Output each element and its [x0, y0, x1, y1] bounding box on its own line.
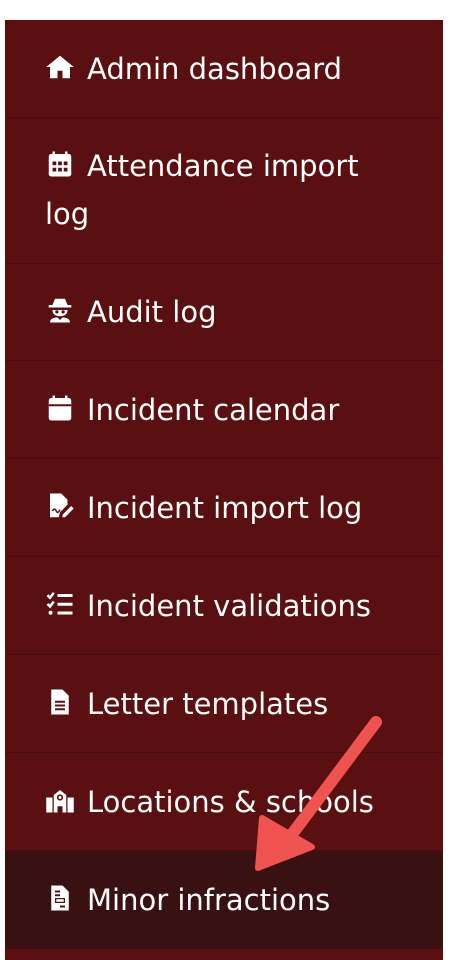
- sidebar-item-incident-validations[interactable]: Incident validations: [5, 557, 443, 655]
- admin-sidebar-rows: Admin dashboard Attendance import log Au…: [5, 20, 443, 960]
- sidebar-item-label: Minor infractions: [87, 883, 331, 917]
- calendar-grid-icon: [45, 149, 87, 179]
- spy-icon: [45, 295, 87, 325]
- home-icon: [45, 52, 87, 82]
- sidebar-item-incident-import-log[interactable]: Incident import log: [5, 459, 443, 557]
- sidebar-bottom-strip: [5, 949, 443, 960]
- sidebar-item-label: Attendance import log: [45, 149, 359, 231]
- sidebar-item-label: Audit log: [87, 295, 217, 329]
- sidebar-item-letter-templates[interactable]: Letter templates: [5, 655, 443, 753]
- file-invoice-icon: [45, 883, 87, 913]
- sidebar-item-admin-dashboard-row[interactable]: Admin dashboard: [5, 20, 443, 118]
- checklist-icon: [45, 589, 87, 619]
- sidebar-item-label: Incident calendar: [87, 393, 340, 427]
- sidebar-item-label: Incident import log: [87, 491, 363, 525]
- sidebar-item-incident-calendar[interactable]: Incident calendar: [5, 361, 443, 459]
- sidebar-item-label: Letter templates: [87, 687, 329, 721]
- sidebar-item-minor-infractions[interactable]: Minor infractions: [5, 851, 443, 949]
- sidebar-item-locations-schools[interactable]: Locations & schools: [5, 753, 443, 851]
- sidebar-item-label: Incident validations: [87, 589, 372, 623]
- calendar-icon: [45, 393, 87, 423]
- sidebar-item-label: Admin dashboard: [87, 52, 343, 86]
- file-signature-icon: [45, 491, 87, 521]
- file-text-icon: [45, 687, 87, 717]
- sidebar-item-label: Locations & schools: [87, 785, 374, 819]
- school-icon: [45, 785, 87, 815]
- sidebar-item-audit-log[interactable]: Audit log: [5, 264, 443, 361]
- sidebar-item-attendance-import-log[interactable]: Attendance import log: [5, 118, 443, 264]
